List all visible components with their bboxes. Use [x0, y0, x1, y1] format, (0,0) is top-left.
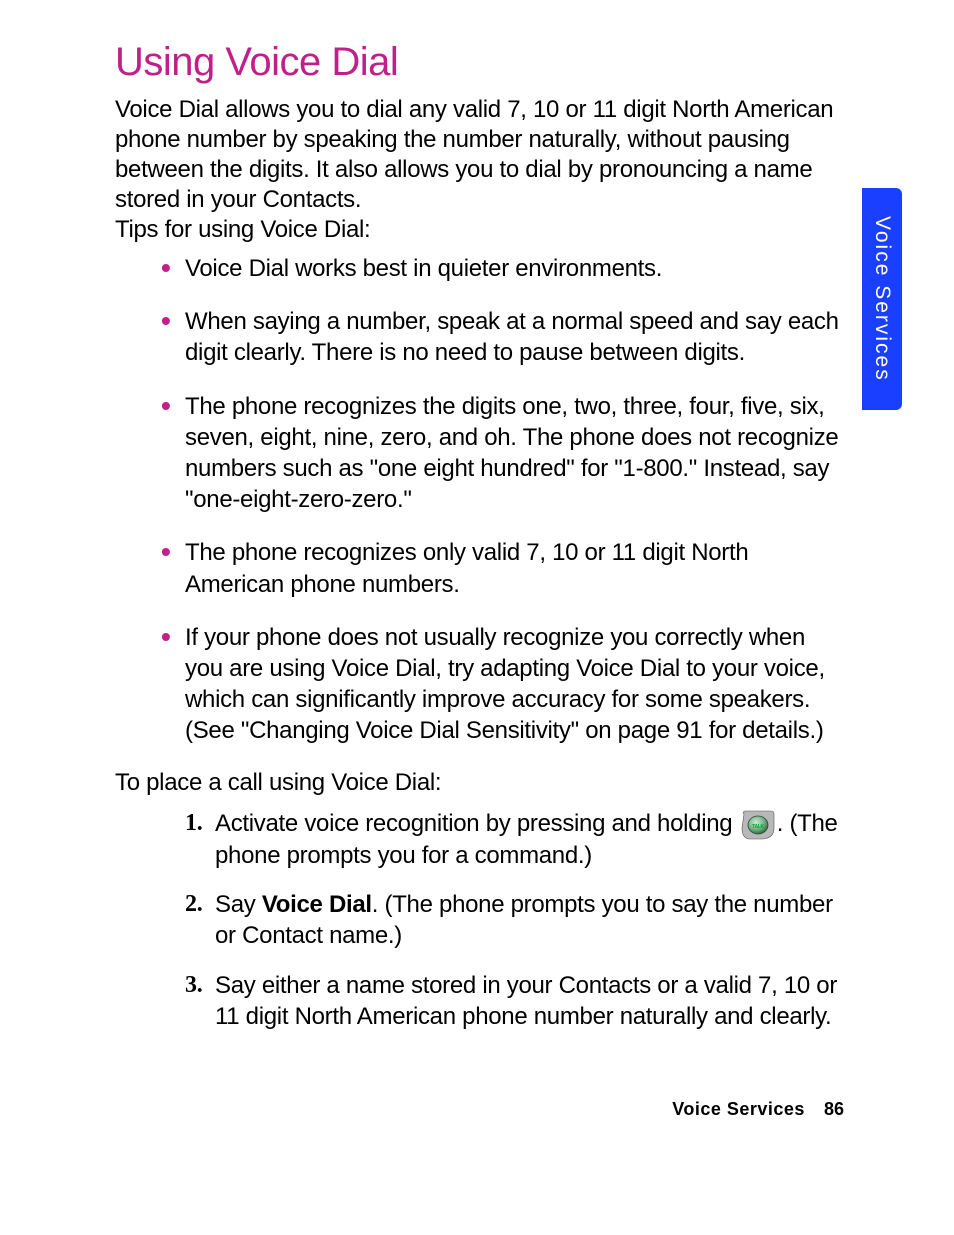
step-text: Activate voice recognition by pressing a… [215, 810, 739, 837]
svg-text:TALK: TALK [752, 824, 764, 830]
tip-item: The phone recognizes the digits one, two… [185, 391, 844, 516]
tip-item: The phone recognizes only valid 7, 10 or… [185, 537, 844, 599]
page-content: Using Voice Dial Voice Dial allows you t… [0, 0, 954, 1032]
tips-list: Voice Dial works best in quieter environ… [115, 253, 844, 746]
tip-item: Voice Dial works best in quieter environ… [185, 253, 844, 284]
footer-page-number: 86 [824, 1099, 844, 1119]
step-text: Say [215, 891, 262, 918]
tip-item: If your phone does not usually recognize… [185, 622, 844, 747]
step-bold: Voice Dial [262, 891, 372, 918]
page-title: Using Voice Dial [115, 40, 844, 85]
intro-paragraph: Voice Dial allows you to dial any valid … [115, 95, 844, 215]
footer-section: Voice Services [672, 1099, 805, 1119]
step-item: Activate voice recognition by pressing a… [215, 808, 844, 871]
steps-label: To place a call using Voice Dial: [115, 768, 844, 798]
tips-label: Tips for using Voice Dial: [115, 215, 844, 245]
talk-key-icon: TALK [741, 810, 775, 840]
steps-list: Activate voice recognition by pressing a… [115, 808, 844, 1032]
tip-item: When saying a number, speak at a normal … [185, 306, 844, 368]
step-item: Say either a name stored in your Contact… [215, 970, 844, 1032]
section-side-tab: Voice Services [862, 188, 902, 410]
step-item: Say Voice Dial. (The phone prompts you t… [215, 889, 844, 951]
page-footer: Voice Services 86 [672, 1099, 844, 1120]
